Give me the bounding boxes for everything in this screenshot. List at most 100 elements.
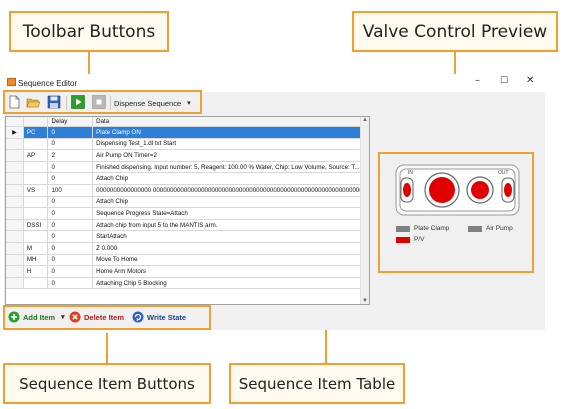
table-row[interactable]: VS 100 0000000000000000 000000000000000000…: [6, 184, 369, 197]
table-row[interactable]: 0 Sequence Progress State=Attach: [6, 207, 369, 220]
table-row[interactable]: 0 Dispensing Test_1.dl txt Start: [6, 138, 369, 151]
sequence-item-table: Delay Data ▶ PC 0 Plate Clamp ON 0 Dispensing…: [5, 116, 370, 305]
cell-delay[interactable]: 0: [47, 277, 94, 290]
table-row[interactable]: DSSI 0 Attach chip from input 5 to the MAN…: [6, 219, 369, 232]
row-marker: [6, 242, 24, 255]
cell-delay[interactable]: 0: [47, 254, 94, 267]
row-marker: [6, 196, 24, 209]
table-row[interactable]: MH 0 Move To Home: [6, 254, 369, 267]
callout-toolbar-text: Toolbar Buttons: [22, 21, 156, 42]
row-marker: [6, 138, 24, 151]
sequence-table: Delay Data ▶ PC 0 Plate Clamp ON 0 Dispensing…: [6, 117, 369, 290]
cell-delay[interactable]: 0: [47, 126, 94, 139]
callout-toolbar-buttons: Toolbar Buttons: [9, 11, 169, 52]
table-row[interactable]: ▶ PC 0 Plate Clamp ON: [6, 126, 369, 139]
cell-tag[interactable]: [23, 196, 49, 209]
add-item-label: Add Item: [23, 312, 56, 322]
cell-tag[interactable]: VS: [23, 184, 49, 197]
cell-tag[interactable]: [23, 277, 49, 290]
table-row[interactable]: AP 2 Air Pump ON Timer=2: [6, 149, 369, 162]
table-row[interactable]: H 0 Home Arm Motors: [6, 265, 369, 278]
cell-tag[interactable]: M: [23, 242, 49, 255]
cell-tag[interactable]: [23, 138, 49, 151]
legend-plate-clamp-label: Plate Clamp: [414, 225, 450, 232]
table-row[interactable]: 0 StartAttach: [6, 230, 369, 243]
cell-tag[interactable]: [23, 161, 49, 174]
app-icon: [7, 78, 16, 86]
add-item-dropdown-icon[interactable]: ▾: [61, 313, 65, 321]
cell-data[interactable]: Sequence Progress State=Attach: [92, 207, 369, 220]
add-item-button[interactable]: Add Item ▾: [8, 311, 65, 323]
window-title: Sequence Editor: [18, 79, 78, 88]
legend-swatch-plate-clamp: [396, 225, 410, 232]
row-marker: [6, 277, 24, 290]
cell-tag[interactable]: [23, 230, 49, 243]
legend-swatch-air-pump: [468, 225, 482, 232]
cell-delay[interactable]: 0: [47, 219, 94, 232]
cell-tag[interactable]: [23, 207, 49, 220]
cell-data[interactable]: 0000000000000000 00000000000000000000000…: [92, 184, 369, 197]
table-scrollbar[interactable]: ▲ ▼: [360, 117, 369, 304]
table-row[interactable]: 0 Attaching Chip 5 Blocking: [6, 277, 369, 290]
cell-data[interactable]: Air Pump ON Timer=2: [92, 149, 369, 162]
cell-tag[interactable]: AP: [23, 149, 49, 162]
cell-delay[interactable]: 0: [47, 207, 94, 220]
cell-tag[interactable]: MH: [23, 254, 49, 267]
scroll-down-arrow-icon[interactable]: ▼: [362, 298, 368, 304]
delete-item-button[interactable]: Delete Item: [69, 311, 124, 323]
cell-delay[interactable]: 0: [47, 161, 94, 174]
cell-delay[interactable]: 0: [47, 242, 94, 255]
cell-data[interactable]: Attach Chip: [92, 196, 369, 209]
column-header-delay[interactable]: Delay: [47, 117, 94, 127]
cell-data[interactable]: Home Arm Motors: [92, 265, 369, 278]
write-state-button[interactable]: Write State: [132, 311, 186, 323]
cell-data[interactable]: StartAttach: [92, 230, 369, 243]
callout-sequence-buttons-text: Sequence Item Buttons: [19, 374, 195, 393]
cell-data[interactable]: Z 0.000: [92, 242, 369, 255]
cell-data[interactable]: Attach Chip: [92, 172, 369, 185]
cell-delay[interactable]: 0: [47, 196, 94, 209]
cell-tag[interactable]: [23, 172, 49, 185]
column-header-rowmarker: [6, 117, 24, 127]
callout-valve-preview: Valve Control Preview: [352, 11, 558, 52]
cell-data[interactable]: Move To Home: [92, 254, 369, 267]
cell-data[interactable]: Finished dispensing. Input number: 5, Re…: [92, 161, 369, 174]
legend-pv: P/V: [396, 236, 424, 243]
delete-item-label: Delete Item: [84, 312, 125, 322]
table-row[interactable]: M0Z 0.000: [6, 242, 369, 255]
row-marker: [6, 265, 24, 278]
row-marker: [6, 184, 24, 197]
row-marker: [6, 207, 24, 220]
cell-delay[interactable]: 0: [47, 230, 94, 243]
legend-air-pump-label: Air Pump: [486, 225, 513, 232]
table-row[interactable]: 0 Finished dispensing. Input number: 5, R…: [6, 161, 369, 174]
row-marker: [6, 161, 24, 174]
cell-tag[interactable]: H: [23, 265, 49, 278]
cell-data[interactable]: Attach chip from input 5 to the MANTIS a…: [92, 219, 369, 232]
row-marker: [6, 219, 24, 232]
cell-data[interactable]: Plate Clamp ON: [92, 126, 369, 139]
column-header-tag: [23, 117, 49, 127]
sequence-editor-window: Sequence Editor – ☐ ✕ Dispense Sequence …: [3, 74, 545, 330]
scroll-up-arrow-icon[interactable]: ▲: [362, 117, 368, 123]
column-header-data[interactable]: Data: [92, 117, 369, 127]
cell-delay[interactable]: 2: [47, 149, 94, 162]
cell-tag[interactable]: DSSI: [23, 219, 49, 232]
cell-data[interactable]: Attaching Chip 5 Blocking: [92, 277, 369, 290]
table-row[interactable]: 0 Attach Chip: [6, 196, 369, 209]
cell-delay[interactable]: 0: [47, 172, 94, 185]
legend-plate-clamp: Plate Clamp: [396, 225, 449, 232]
row-marker: [6, 230, 24, 243]
write-state-icon: [132, 311, 144, 323]
cell-delay[interactable]: 0: [47, 265, 94, 278]
close-button[interactable]: ✕: [526, 75, 534, 86]
table-row[interactable]: 0 Attach Chip: [6, 172, 369, 185]
cell-delay[interactable]: 0: [47, 138, 94, 151]
minimize-button[interactable]: –: [475, 75, 480, 86]
maximize-button[interactable]: ☐: [500, 76, 508, 86]
cell-data[interactable]: Dispensing Test_1.dl txt Start: [92, 138, 369, 151]
callout-buttons-connector: [106, 333, 108, 363]
callout-valve-text: Valve Control Preview: [362, 21, 548, 42]
cell-delay[interactable]: 100: [47, 184, 94, 197]
cell-tag[interactable]: PC: [23, 126, 49, 139]
